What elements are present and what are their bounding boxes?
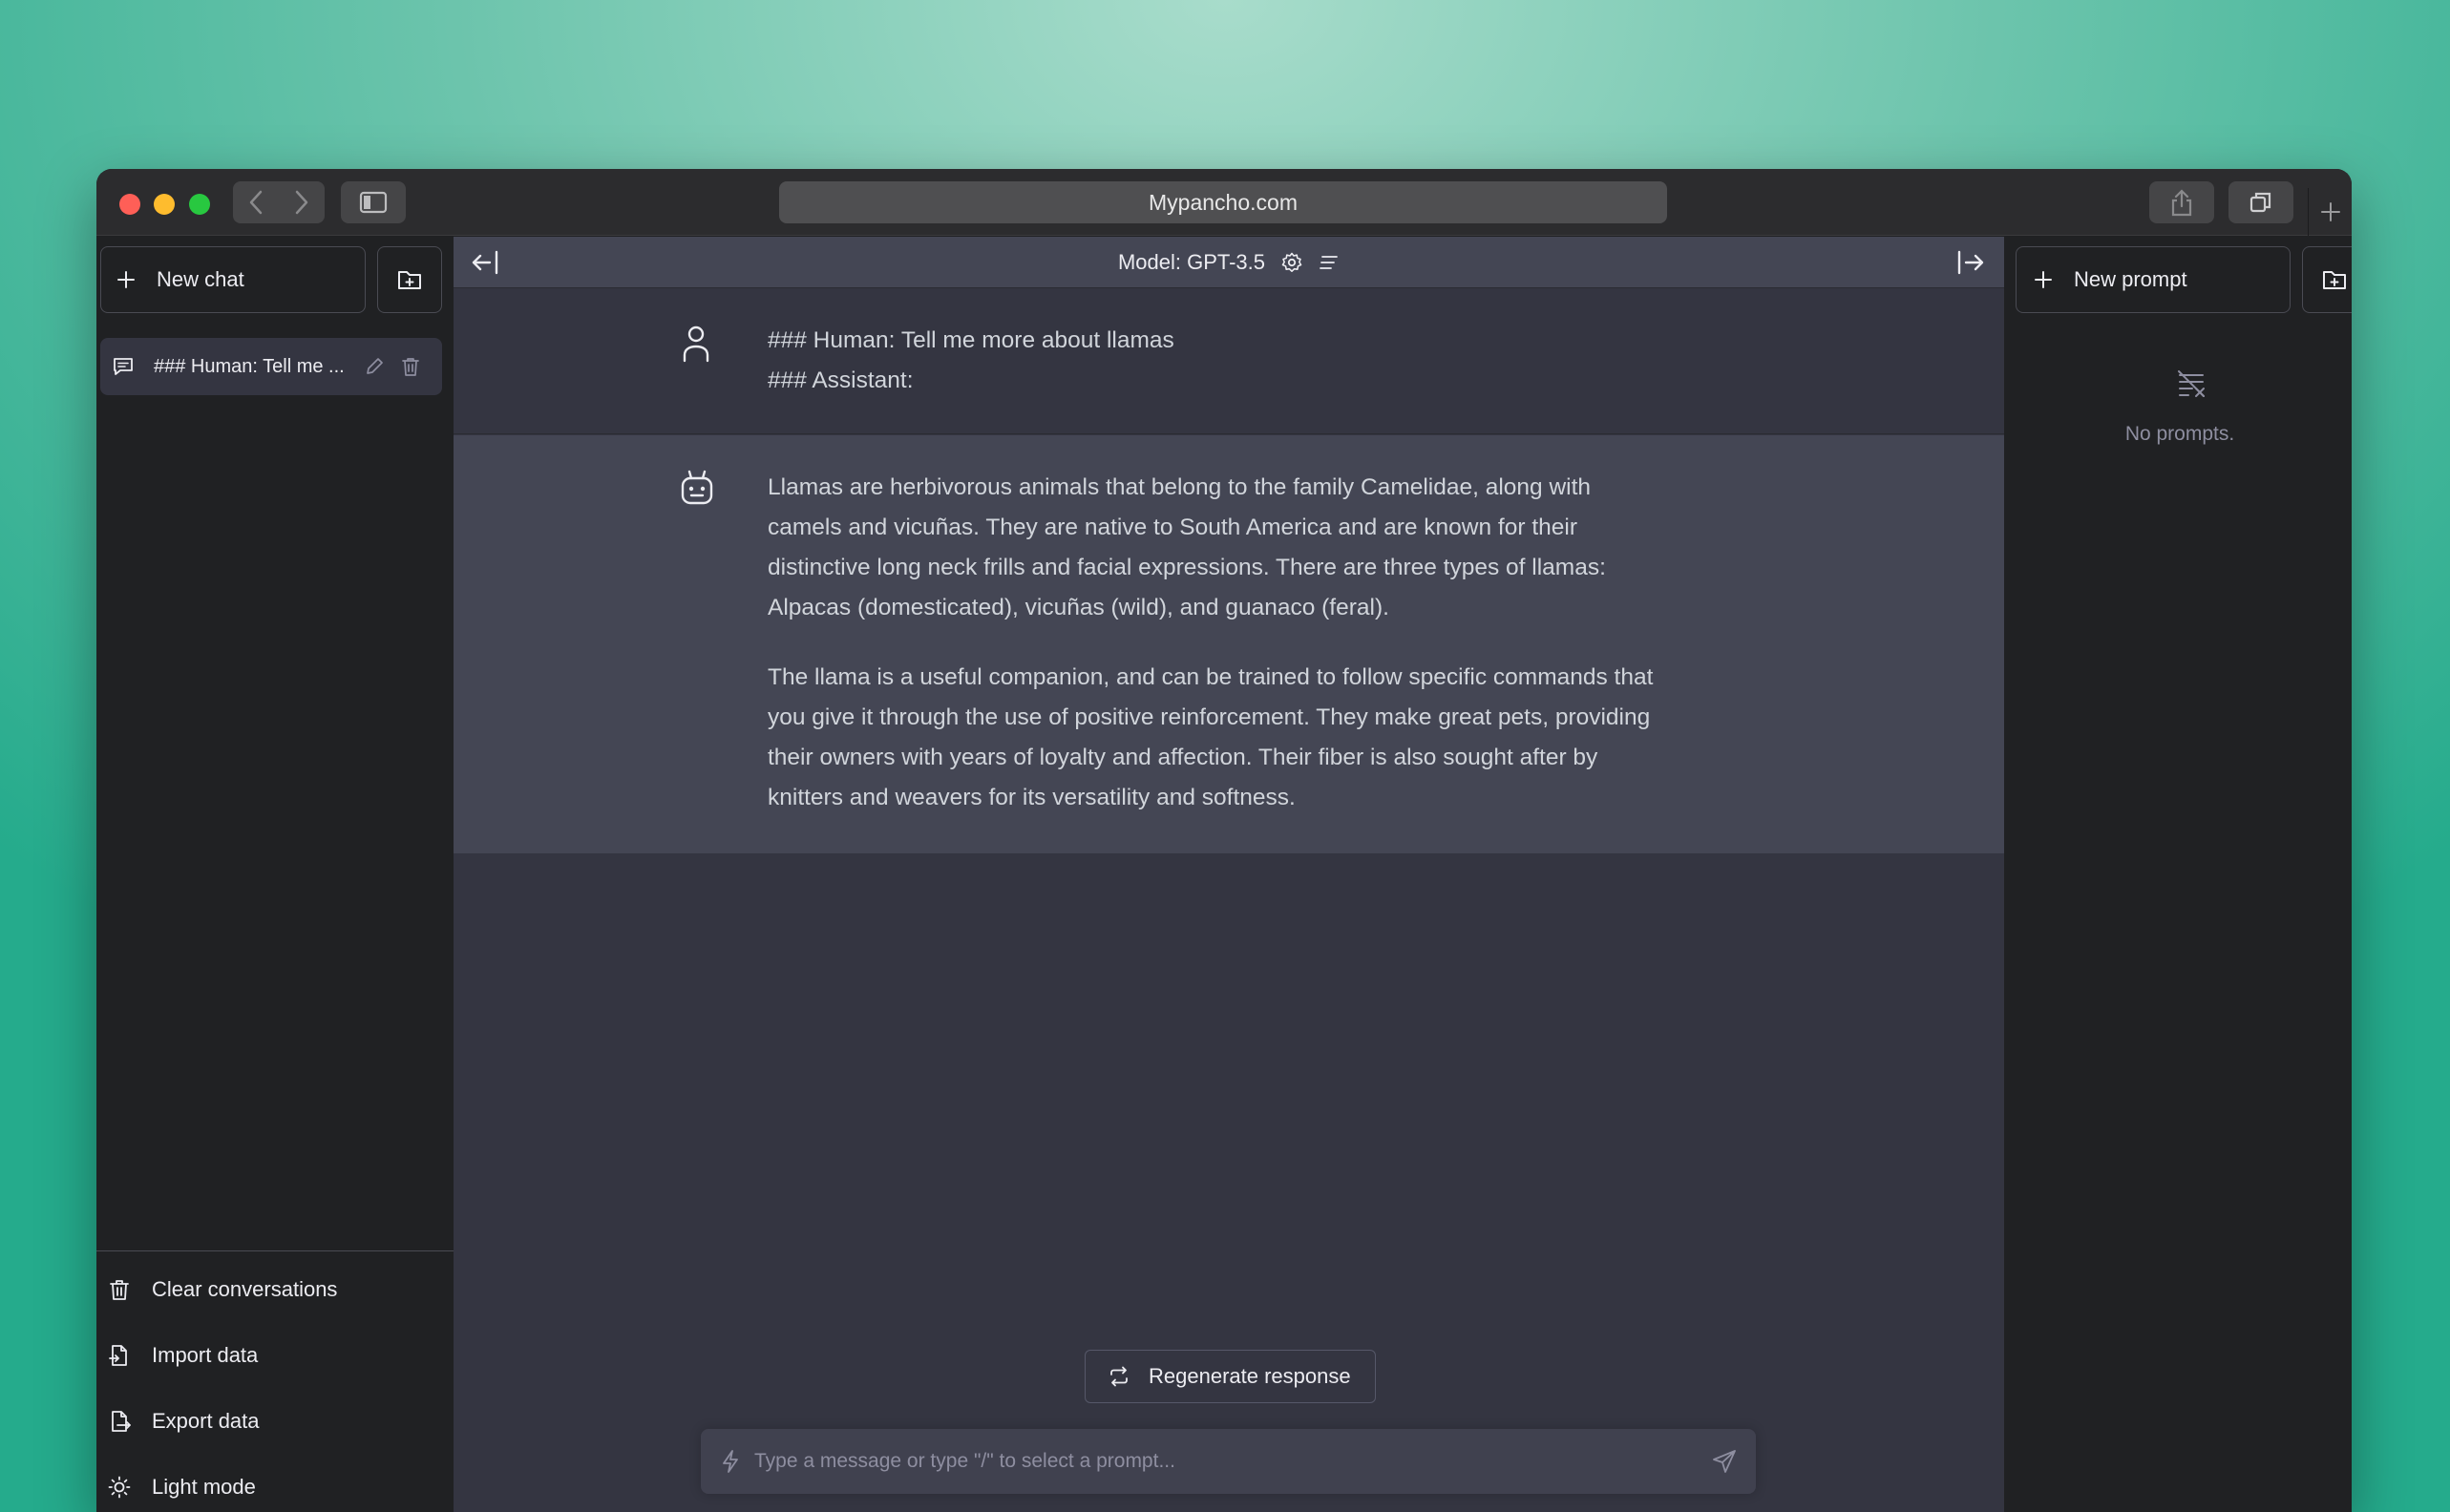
sidebar-settings-menu: Clear conversations Import data Export d… bbox=[96, 1250, 454, 1512]
tab-overview-button[interactable] bbox=[2228, 181, 2293, 223]
address-bar[interactable]: Mypancho.com bbox=[779, 181, 1667, 223]
assistant-message: Llamas are herbivorous animals that belo… bbox=[454, 435, 2004, 853]
clear-chat-lines-icon[interactable] bbox=[1319, 252, 1340, 273]
file-import-icon bbox=[109, 1345, 127, 1366]
tabs-icon bbox=[2249, 192, 2271, 213]
trash-icon[interactable] bbox=[400, 356, 421, 377]
conversation-title: ### Human: Tell me ... bbox=[154, 355, 345, 377]
lightning-bolt-icon[interactable] bbox=[720, 1449, 741, 1474]
send-icon[interactable] bbox=[1712, 1449, 1737, 1474]
new-prompt-folder-button[interactable] bbox=[2302, 246, 2352, 313]
refresh-icon bbox=[1110, 1366, 1128, 1387]
back-button[interactable] bbox=[233, 181, 279, 223]
collapse-right-sidebar-icon[interactable] bbox=[1956, 249, 1985, 276]
plus-icon bbox=[2320, 202, 2340, 221]
history-nav bbox=[233, 181, 325, 223]
sidebar-toggle-button[interactable] bbox=[341, 181, 406, 223]
collapse-left-sidebar-icon[interactable] bbox=[471, 249, 499, 276]
import-data-label: Import data bbox=[152, 1343, 259, 1367]
share-icon bbox=[2171, 189, 2192, 217]
assistant-paragraph-1: Llamas are herbivorous animals that belo… bbox=[768, 474, 1606, 620]
clear-conversations-button[interactable]: Clear conversations bbox=[96, 1263, 454, 1316]
plus-icon bbox=[2035, 271, 2052, 288]
file-export-icon bbox=[112, 1411, 131, 1432]
folder-plus-icon bbox=[2323, 271, 2346, 289]
plus-icon bbox=[117, 271, 135, 288]
new-folder-button[interactable] bbox=[377, 246, 442, 313]
regenerate-response-button[interactable]: Regenerate response bbox=[1085, 1350, 1376, 1403]
edit-icon[interactable] bbox=[364, 356, 385, 377]
forward-button[interactable] bbox=[279, 181, 325, 223]
sun-icon bbox=[108, 1476, 131, 1499]
assistant-paragraph-2: The llama is a useful companion, and can… bbox=[768, 664, 1654, 810]
import-data-button[interactable]: Import data bbox=[96, 1329, 454, 1382]
browser-titlebar: Mypancho.com bbox=[96, 169, 2352, 236]
chat-bubble-icon bbox=[114, 358, 133, 375]
regenerate-label: Regenerate response bbox=[1149, 1364, 1351, 1388]
clear-conversations-label: Clear conversations bbox=[152, 1277, 338, 1301]
settings-gear-icon[interactable] bbox=[1280, 251, 1303, 274]
conversation-item[interactable]: ### Human: Tell me ... bbox=[100, 338, 442, 395]
sidebar-icon bbox=[359, 191, 388, 214]
browser-window: Mypancho.com New chat ### Human: Tell me… bbox=[96, 169, 2352, 1512]
new-chat-button[interactable]: New chat bbox=[100, 246, 366, 313]
minimize-window-button[interactable] bbox=[154, 194, 175, 215]
export-data-label: Export data bbox=[152, 1409, 260, 1433]
light-mode-label: Light mode bbox=[152, 1475, 256, 1499]
address-bar-text: Mypancho.com bbox=[1149, 189, 1298, 215]
no-prompts-icon bbox=[2178, 370, 2205, 397]
left-sidebar: New chat ### Human: Tell me ... Clear co… bbox=[96, 237, 454, 1512]
chat-header: Model: GPT-3.5 bbox=[454, 237, 2004, 288]
export-data-button[interactable]: Export data bbox=[96, 1395, 454, 1448]
user-message-text: ### Human: Tell me more about llamas ###… bbox=[768, 327, 1174, 393]
message-input[interactable]: Type a message or type "/" to select a p… bbox=[701, 1429, 1756, 1494]
prompts-sidebar: New prompt No prompts. bbox=[2004, 237, 2352, 1512]
maximize-window-button[interactable] bbox=[189, 194, 210, 215]
new-tab-button[interactable] bbox=[2308, 188, 2352, 236]
new-prompt-button[interactable]: New prompt bbox=[2016, 246, 2291, 313]
chat-main: Model: GPT-3.5 ### Human: Tell me more a… bbox=[454, 237, 2004, 1512]
close-window-button[interactable] bbox=[119, 194, 140, 215]
chevron-left-icon bbox=[249, 190, 263, 215]
message-input-placeholder: Type a message or type "/" to select a p… bbox=[754, 1450, 1175, 1472]
user-avatar-icon bbox=[683, 326, 709, 363]
light-mode-button[interactable]: Light mode bbox=[96, 1460, 454, 1512]
no-prompts-text: No prompts. bbox=[2124, 423, 2235, 445]
model-label: Model: GPT-3.5 bbox=[1117, 249, 1266, 274]
robot-avatar-icon bbox=[681, 470, 713, 505]
share-button[interactable] bbox=[2149, 181, 2214, 223]
folder-plus-icon bbox=[398, 271, 421, 289]
user-message: ### Human: Tell me more about llamas ###… bbox=[454, 288, 2004, 434]
new-chat-label: New chat bbox=[157, 267, 244, 291]
new-prompt-label: New prompt bbox=[2074, 267, 2187, 291]
chevron-right-icon bbox=[295, 190, 308, 215]
trash-icon bbox=[110, 1280, 129, 1300]
